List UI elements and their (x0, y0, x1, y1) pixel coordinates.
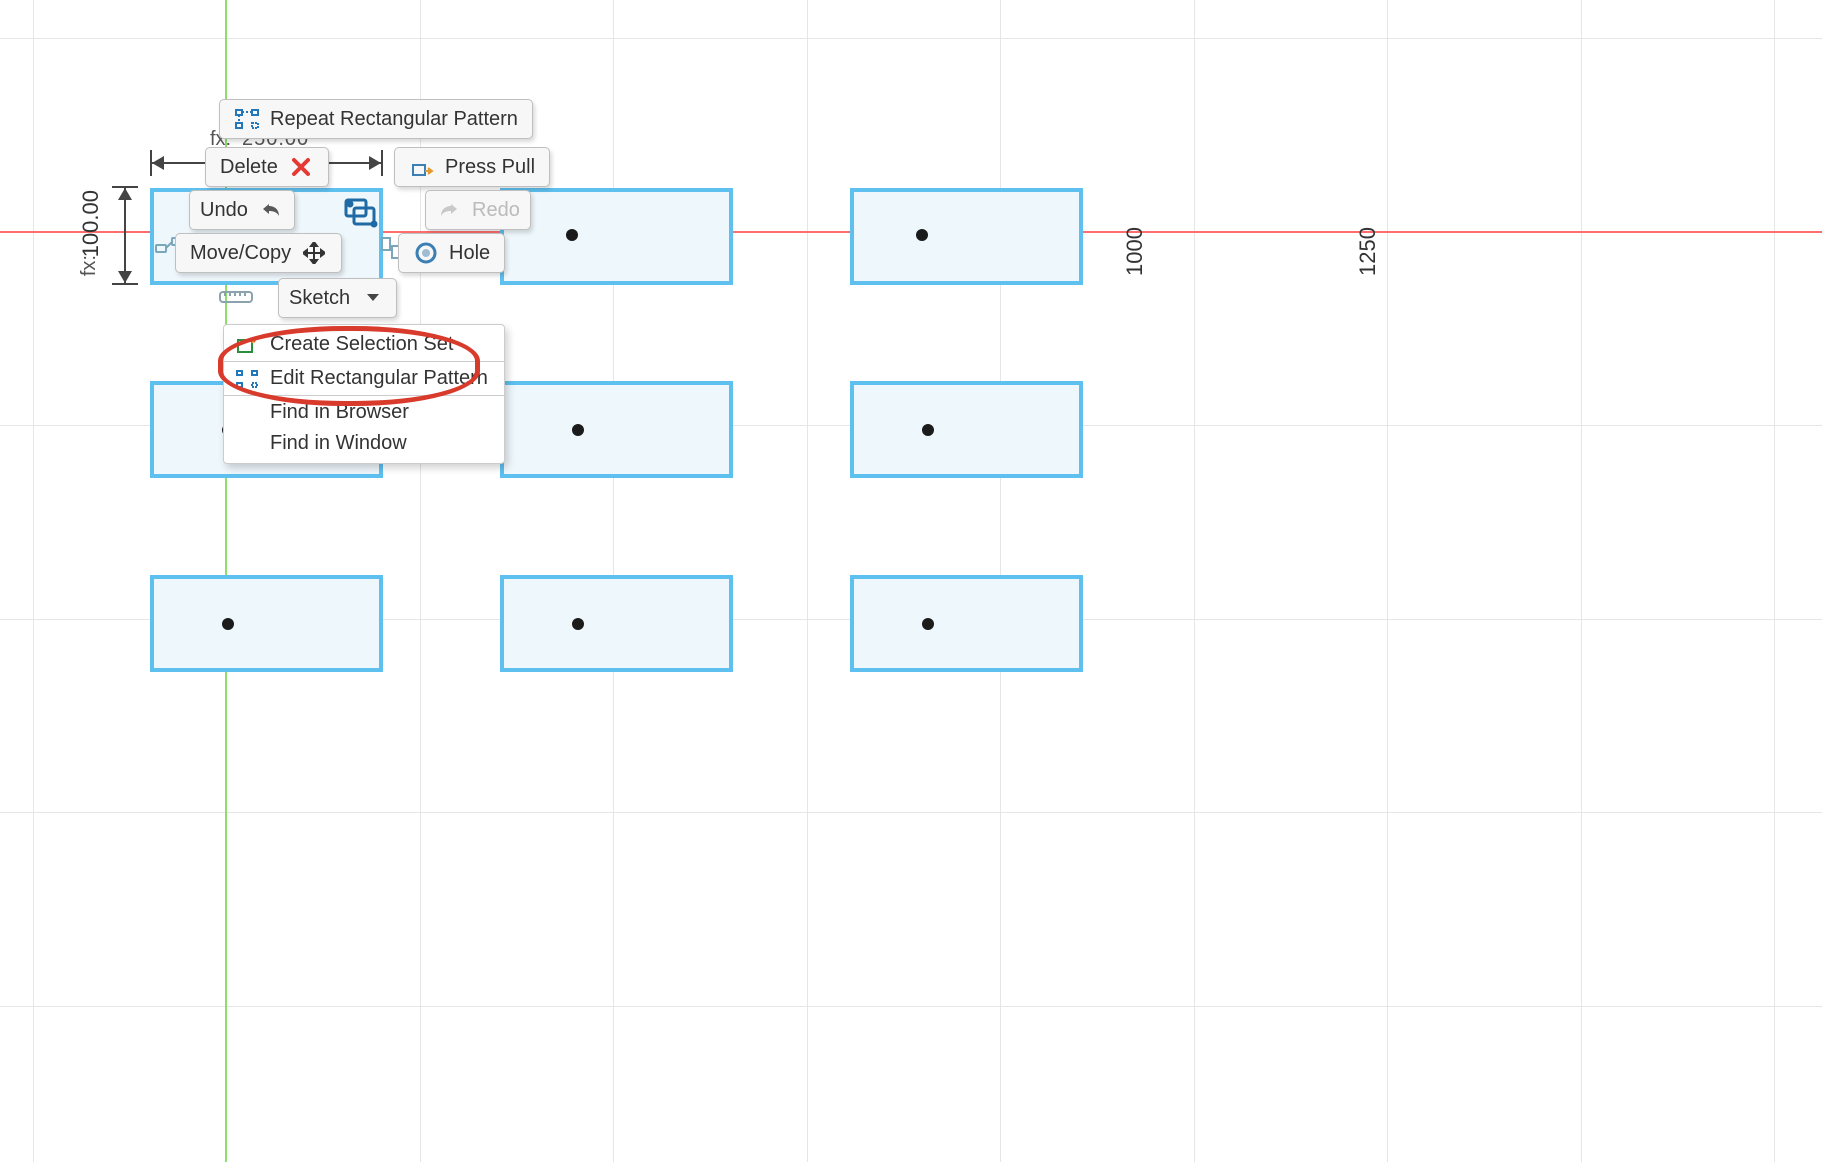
spacer-icon (234, 434, 260, 454)
pattern-rect[interactable] (500, 381, 733, 478)
axis-label-1250: 1250 (1355, 227, 1381, 276)
grid-line (0, 812, 1822, 813)
menu-item-label: Find in Browser (270, 401, 409, 424)
dimension-left-value[interactable]: 100.00 (78, 190, 104, 257)
pattern-icon (234, 369, 260, 389)
repeat-rectangular-pattern-button[interactable]: Repeat Rectangular Pattern (219, 99, 533, 139)
pattern-rect[interactable] (150, 575, 383, 672)
sketch-dropdown-button[interactable]: Sketch (278, 278, 397, 318)
button-label: Repeat Rectangular Pattern (270, 108, 518, 131)
selection-set-icon (234, 335, 260, 355)
button-label: Delete (220, 156, 278, 179)
undo-button[interactable]: Undo (189, 190, 295, 230)
button-label: Undo (200, 199, 248, 222)
center-point[interactable] (922, 618, 934, 630)
dimension-bracket-left[interactable] (112, 186, 138, 285)
menu-find-in-window[interactable]: Find in Window (224, 428, 504, 459)
menu-find-in-browser[interactable]: Find in Browser (224, 397, 504, 428)
center-point[interactable] (566, 229, 578, 241)
context-submenu: Create Selection Set Edit Rectangular Pa… (223, 324, 505, 464)
pattern-rect[interactable] (500, 188, 733, 285)
move-copy-button[interactable]: Move/Copy (175, 233, 342, 273)
menu-edit-rectangular-pattern[interactable]: Edit Rectangular Pattern (224, 363, 504, 394)
delete-button[interactable]: Delete (205, 147, 329, 187)
pattern-rect[interactable] (850, 575, 1083, 672)
hole-button[interactable]: Hole (398, 233, 505, 273)
grid-line (1774, 0, 1775, 1162)
menu-item-label: Edit Rectangular Pattern (270, 367, 488, 390)
dimension-left-prefix: fx: (78, 255, 101, 276)
button-label: Hole (449, 242, 490, 265)
axis-label-1000: 1000 (1122, 227, 1148, 276)
menu-item-label: Create Selection Set (270, 333, 453, 356)
center-point[interactable] (916, 229, 928, 241)
press-pull-button[interactable]: Press Pull (394, 147, 550, 187)
menu-item-label: Find in Window (270, 432, 407, 455)
close-x-icon (288, 154, 314, 180)
redo-button[interactable]: Redo (425, 190, 531, 230)
menu-create-selection-set[interactable]: Create Selection Set (224, 329, 504, 360)
press-pull-icon (409, 154, 435, 180)
redo-arrow-icon (436, 197, 462, 223)
center-point[interactable] (922, 424, 934, 436)
menu-separator (224, 395, 504, 396)
grid-line (0, 38, 1822, 39)
center-point[interactable] (572, 618, 584, 630)
ruler-icon (219, 288, 253, 306)
pattern-rect[interactable] (500, 575, 733, 672)
button-label: Sketch (289, 287, 350, 310)
spacer-icon (234, 403, 260, 423)
pattern-rect[interactable] (850, 188, 1083, 285)
move-arrows-icon (301, 240, 327, 266)
grid-line (1387, 0, 1388, 1162)
button-label: Redo (472, 199, 520, 222)
menu-separator (224, 361, 504, 362)
grid-line (0, 1006, 1822, 1007)
button-label: Press Pull (445, 156, 535, 179)
sketch-canvas[interactable]: 500 750 1000 1250 fx: 250.00 (0, 0, 1822, 1162)
grid-line (33, 0, 34, 1162)
center-point[interactable] (222, 618, 234, 630)
grid-line (1581, 0, 1582, 1162)
undo-arrow-icon (258, 197, 284, 223)
chevron-down-icon (360, 285, 386, 311)
pattern-rect[interactable] (850, 381, 1083, 478)
grid-line (807, 0, 808, 1162)
center-point[interactable] (572, 424, 584, 436)
button-label: Move/Copy (190, 242, 291, 265)
pattern-icon (234, 106, 260, 132)
hole-icon (413, 240, 439, 266)
grid-line (1194, 0, 1195, 1162)
block-icon (344, 198, 380, 230)
